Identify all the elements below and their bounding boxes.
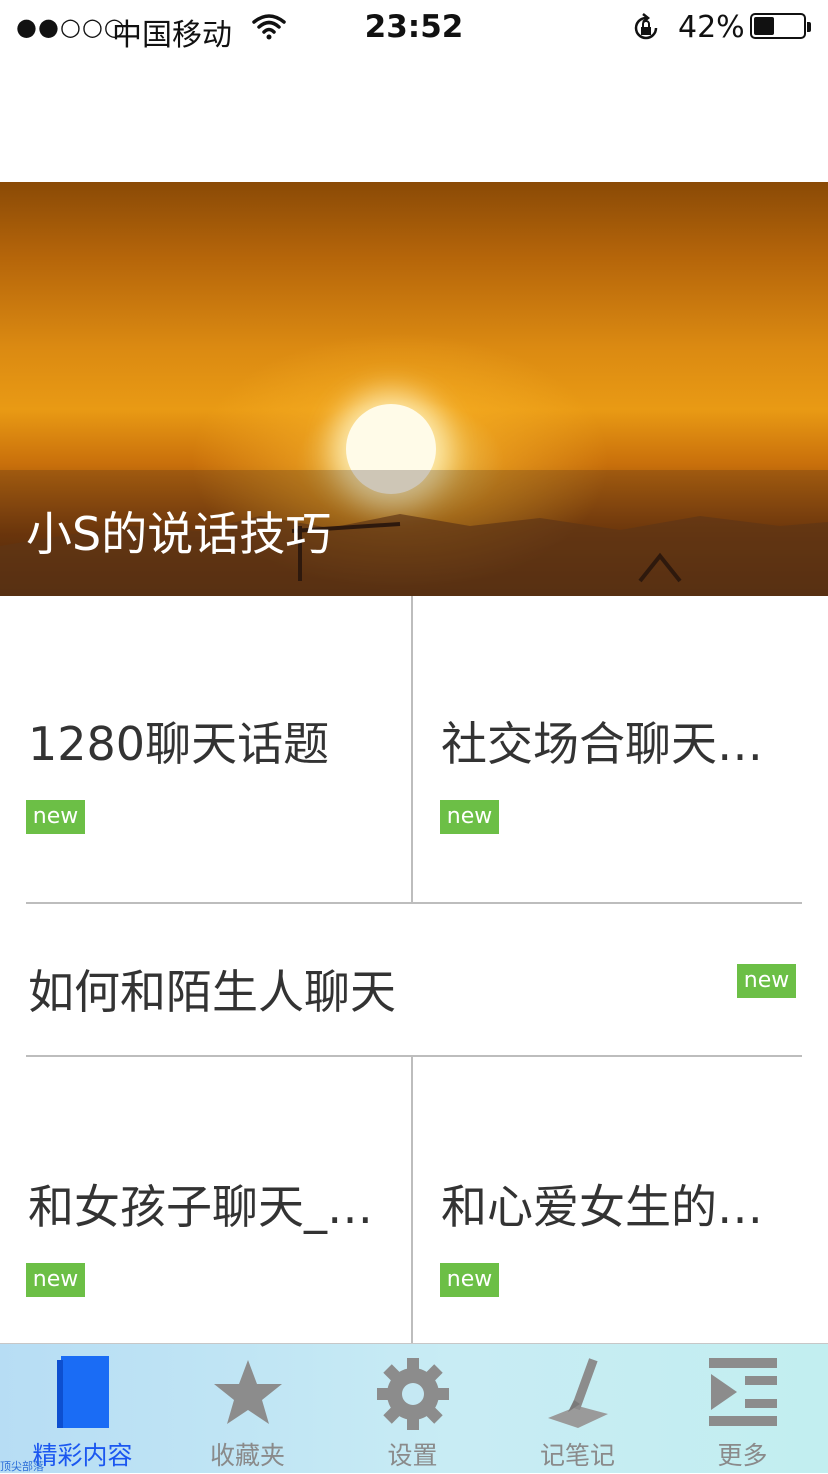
tab-notes[interactable]: 记笔记 [495, 1344, 660, 1473]
battery-level-fill [754, 17, 774, 35]
article-title: 和女孩子聊天_… [28, 1180, 373, 1234]
status-bar: ●●○○○ 中国移动 23:52 42% [0, 0, 828, 56]
gear-icon [373, 1354, 453, 1438]
star-icon [210, 1354, 286, 1434]
battery-nub [807, 22, 811, 32]
battery-icon [750, 13, 811, 39]
tab-label: 收藏夹 [209, 1441, 285, 1470]
article-cell-4[interactable]: 和女孩子聊天_… new [0, 1057, 411, 1343]
new-badge: new [26, 1263, 85, 1297]
pen-icon [538, 1354, 618, 1438]
battery-percent: 42% [678, 10, 745, 45]
article-title: 和心爱女生的… [441, 1180, 763, 1234]
tab-label: 设置 [387, 1441, 438, 1470]
tab-more[interactable]: 更多 [660, 1344, 825, 1473]
hero-caption: 小S的说话技巧 [26, 507, 332, 561]
tab-bar: 精彩内容 收藏夹 设置 记笔记 更多 [0, 1343, 828, 1473]
new-badge: new [737, 964, 796, 998]
article-cell-5[interactable]: 和心爱女生的… new [413, 1057, 828, 1343]
tab-label: 更多 [717, 1441, 768, 1470]
article-cell-3[interactable]: 如何和陌生人聊天 new [0, 904, 828, 1055]
hero-banner[interactable]: 小S的说话技巧 [0, 182, 828, 596]
rotation-lock-icon [630, 12, 662, 52]
article-cell-2[interactable]: 社交场合聊天… new [413, 596, 828, 902]
article-title: 如何和陌生人聊天 [28, 965, 396, 1019]
tab-settings[interactable]: 设置 [330, 1344, 495, 1473]
tab-favorites[interactable]: 收藏夹 [165, 1344, 330, 1473]
article-cell-1[interactable]: 1280聊天话题 new [0, 596, 411, 902]
new-badge: new [440, 800, 499, 834]
tab-label: 记笔记 [539, 1441, 615, 1470]
new-badge: new [440, 1263, 499, 1297]
new-badge: new [26, 800, 85, 834]
more-list-icon [705, 1354, 781, 1434]
book-icon [51, 1354, 115, 1434]
article-title: 社交场合聊天… [441, 717, 763, 771]
article-title: 1280聊天话题 [28, 717, 330, 771]
tab-featured[interactable]: 精彩内容 [0, 1344, 165, 1473]
